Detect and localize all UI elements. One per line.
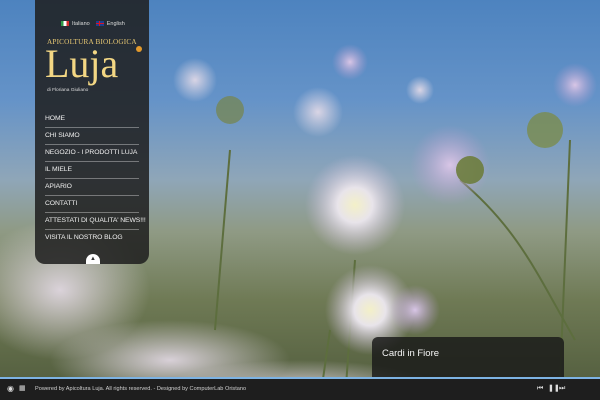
main-menu: HOME CHI SIAMO NEGOZIO - I PRODOTTI LUJA…	[45, 111, 146, 246]
brand-subtitle: di Floriana Giuliano	[47, 88, 89, 93]
menu-item-il-miele[interactable]: IL MIELE	[45, 162, 139, 179]
prev-icon[interactable]: ⏮	[537, 385, 543, 393]
lang-english-label: English	[106, 21, 125, 27]
eye-icon[interactable]: ◉	[7, 385, 14, 393]
next-icon[interactable]: ⏭	[559, 385, 565, 393]
collapse-menu-button[interactable]: ▲	[86, 254, 100, 264]
slide-caption: Cardi in Fiore	[372, 337, 564, 378]
lang-english[interactable]: English	[95, 21, 125, 27]
bottom-bar: ◉ ▦ Powered by Apicoltura Luja. All righ…	[0, 379, 600, 400]
menu-item-chi-siamo[interactable]: CHI SIAMO	[45, 128, 139, 145]
pause-icon[interactable]: ❚❚	[548, 385, 560, 393]
slide-caption-title: Cardi in Fiore	[382, 348, 440, 359]
brand-logo[interactable]: Luja	[45, 40, 118, 88]
footer-credits: Powered by Apicoltura Luja. All rights r…	[35, 386, 247, 392]
lang-italian-label: Italiano	[72, 21, 90, 27]
italy-flag-icon	[61, 21, 69, 27]
logo-dot-icon	[136, 46, 142, 52]
lang-italian[interactable]: Italiano	[61, 21, 90, 27]
menu-item-negozio[interactable]: NEGOZIO - I PRODOTTI LUJA	[45, 145, 139, 162]
menu-item-attestati[interactable]: ATTESTATI DI QUALITA' NEWS!!!	[45, 213, 146, 230]
uk-flag-icon	[95, 21, 104, 27]
menu-item-contatti[interactable]: CONTATTI	[45, 196, 139, 213]
menu-item-apiario[interactable]: APIARIO	[45, 179, 139, 196]
grid-icon[interactable]: ▦	[19, 385, 26, 393]
menu-item-blog[interactable]: VISITA IL NOSTRO BLOG	[45, 230, 139, 246]
menu-item-home[interactable]: HOME	[45, 111, 139, 128]
chevron-up-icon: ▲	[90, 256, 96, 262]
language-switcher: Italiano English	[61, 21, 125, 27]
nav-panel: Italiano English APICOLTURA BIOLOGICA Lu…	[35, 0, 149, 264]
